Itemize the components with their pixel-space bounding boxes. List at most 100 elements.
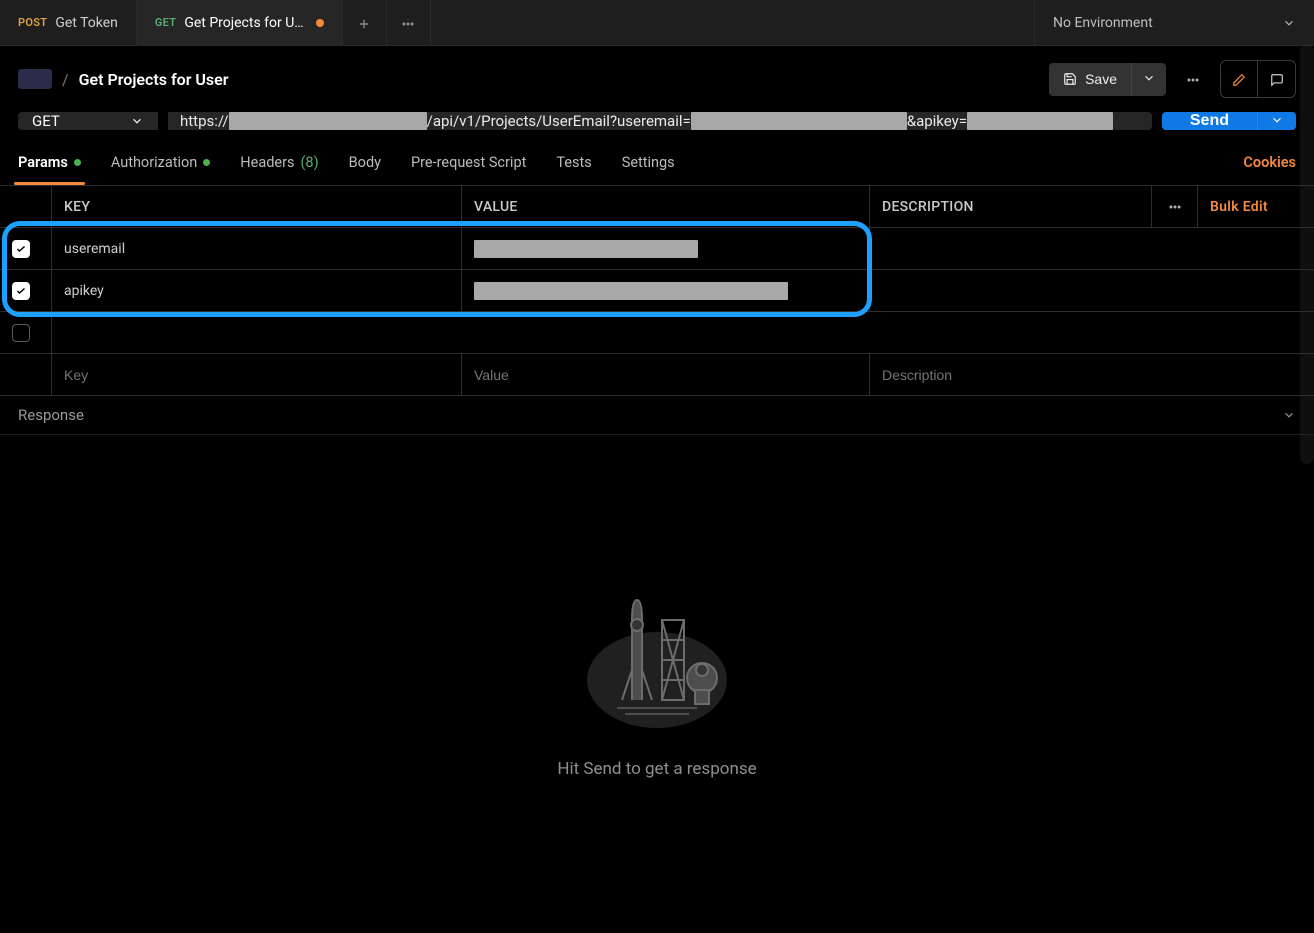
url-redacted-host-icon [229,112,427,130]
tab-get-projects[interactable]: GET Get Projects for U… [137,0,343,45]
params-table: KEY VALUE DESCRIPTION Bulk Edit useremai… [0,185,1314,396]
empty-cell [52,312,1298,353]
params-table-wrapper: KEY VALUE DESCRIPTION Bulk Edit useremai… [0,185,1314,396]
response-empty-hint: Hit Send to get a response [557,759,756,779]
tab-label: Tests [556,154,591,171]
chevron-down-icon [1142,71,1156,85]
active-indicator-icon [203,159,210,166]
tab-label: Authorization [111,154,197,171]
chevron-down-icon [130,114,144,128]
request-title: Get Projects for User [79,70,229,89]
value-column-header: VALUE [462,186,870,227]
headers-count: (8) [300,154,318,171]
scrollbar-icon[interactable] [1300,44,1314,464]
bulk-edit-label: Bulk Edit [1210,199,1268,215]
tab-label: Params [18,154,68,171]
row-checkbox-cell[interactable] [0,228,52,269]
param-key-text: apikey [64,283,104,299]
cookies-link[interactable]: Cookies [1243,144,1296,185]
breadcrumb: / Get Projects for User [18,69,229,89]
new-key-cell[interactable] [52,354,462,395]
tab-label: Pre-request Script [411,154,526,171]
send-dropdown-button[interactable] [1257,112,1296,130]
tab-get-token[interactable]: POST Get Token [0,0,137,45]
tab-title: Get Token [55,15,118,31]
method-badge: GET [155,16,176,29]
tab-tests[interactable]: Tests [556,144,591,185]
param-key-cell[interactable]: useremail [52,228,462,269]
header-more-button[interactable] [1176,64,1210,94]
url-text: /api/v1/Projects/UserEmail?useremail= [427,112,691,130]
param-value-cell[interactable] [462,270,870,311]
description-column-header: DESCRIPTION [870,186,1152,227]
more-horizontal-icon [401,16,415,30]
checkbox-checked-icon[interactable] [12,240,30,258]
response-header[interactable]: Response [0,396,1314,435]
checkbox-column-header [0,186,52,227]
param-desc-cell[interactable] [870,270,1298,311]
http-method-selector[interactable]: GET [18,112,158,130]
row-checkbox-cell[interactable] [0,312,52,353]
more-horizontal-icon [1186,72,1200,86]
params-row: apikey [0,270,1314,312]
params-new-row [0,354,1314,396]
tab-strip: POST Get Token GET Get Projects for U… N… [0,0,1314,46]
breadcrumb-separator: / [62,70,69,89]
tab-more-button[interactable] [387,0,431,45]
header-actions: Save [1049,60,1296,98]
new-key-input[interactable] [64,367,449,383]
chevron-down-icon [1282,408,1296,422]
tab-title: Get Projects for U… [184,15,303,31]
chevron-down-icon [1270,113,1284,127]
new-value-input[interactable] [474,367,857,383]
param-key-text: useremail [64,241,125,257]
collection-chip[interactable] [18,69,52,89]
new-desc-cell[interactable] [870,354,1298,395]
unsaved-dot-icon [316,19,324,27]
param-desc-cell[interactable] [870,228,1298,269]
checkbox-unchecked-icon[interactable] [12,324,30,342]
redacted-value-icon [474,282,788,300]
add-tab-button[interactable] [343,0,387,45]
key-column-header: KEY [52,186,462,227]
url-redacted-apikey-icon [967,112,1113,130]
save-button[interactable]: Save [1049,63,1131,96]
response-title: Response [18,406,84,424]
new-desc-input[interactable] [882,367,1286,383]
url-input[interactable]: https:// /api/v1/Projects/UserEmail?user… [168,112,1152,130]
save-dropdown-button[interactable] [1131,63,1166,96]
redacted-value-icon [474,240,698,258]
rocket-illustration-icon [577,590,737,735]
http-method-label: GET [32,112,60,130]
environment-selector[interactable]: No Environment [1034,0,1314,45]
tab-params[interactable]: Params [18,144,81,185]
bulk-edit-button[interactable]: Bulk Edit [1198,186,1298,227]
edit-button[interactable] [1220,60,1258,98]
tab-authorization[interactable]: Authorization [111,144,210,185]
tab-label: Body [349,154,381,171]
url-text: https:// [180,112,229,130]
new-value-cell[interactable] [462,354,870,395]
param-value-cell[interactable] [462,228,870,269]
columns-more-button[interactable] [1152,186,1198,227]
row-checkbox-cell [0,354,52,395]
pencil-icon [1232,72,1246,86]
request-url-row: GET https:// /api/v1/Projects/UserEmail?… [0,112,1314,144]
comments-button[interactable] [1258,60,1296,98]
params-row-empty [0,312,1314,354]
request-subtabs: Params Authorization Headers (8) Body Pr… [0,144,1314,185]
send-button-label: Send [1190,112,1229,129]
tab-settings[interactable]: Settings [622,144,675,185]
url-text: &apikey= [907,112,967,130]
params-header-row: KEY VALUE DESCRIPTION Bulk Edit [0,186,1314,228]
save-icon [1063,72,1077,86]
params-row: useremail [0,228,1314,270]
tab-body[interactable]: Body [349,144,381,185]
row-checkbox-cell[interactable] [0,270,52,311]
tab-prerequest-script[interactable]: Pre-request Script [411,144,526,185]
method-badge: POST [18,16,47,29]
param-key-cell[interactable]: apikey [52,270,462,311]
send-button[interactable]: Send [1162,112,1257,130]
tab-headers[interactable]: Headers (8) [240,144,318,185]
checkbox-checked-icon[interactable] [12,282,30,300]
